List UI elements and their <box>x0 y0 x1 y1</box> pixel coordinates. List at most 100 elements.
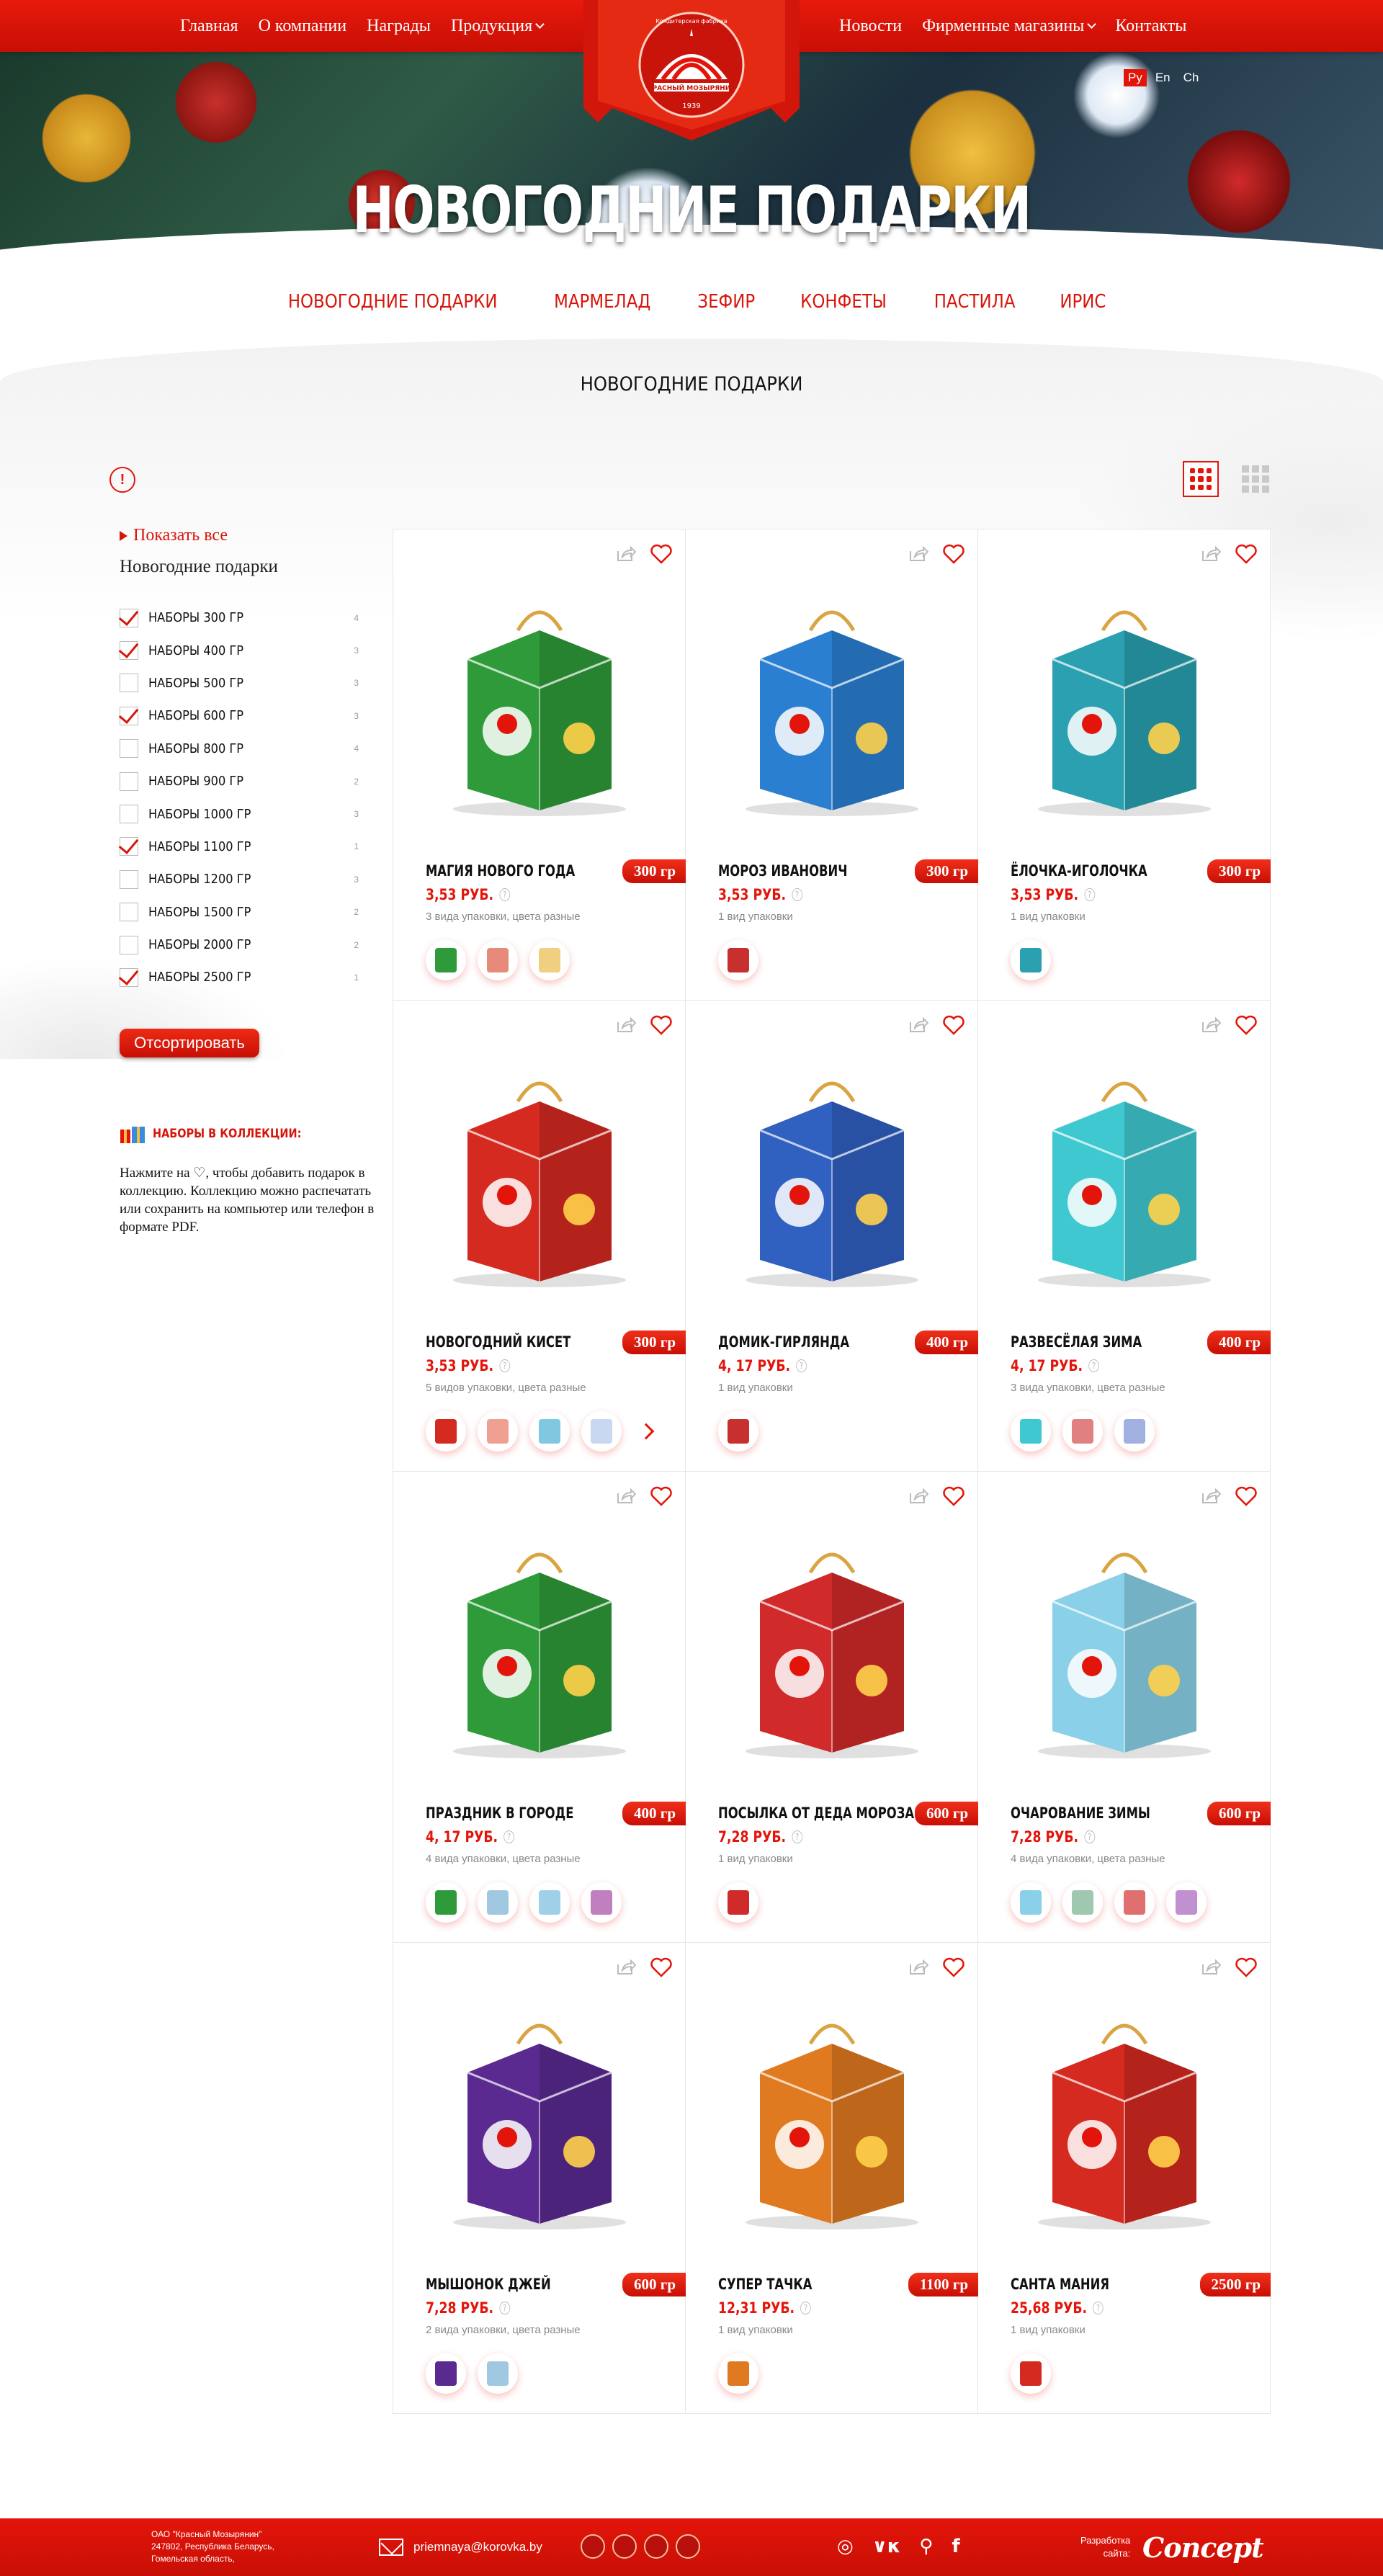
product-card[interactable]: РАЗВЕСЁЛАЯ ЗИМА 400 гр 4, 17 РУБ.? 3 вида у… <box>978 1001 1271 1472</box>
share-icon[interactable] <box>616 545 637 563</box>
product-card[interactable]: ОЧАРОВАНИЕ ЗИМЫ 600 гр 7,28 РУБ.? 4 вида уп… <box>978 1472 1271 1943</box>
filter-checkbox[interactable] <box>120 772 138 791</box>
share-icon[interactable] <box>616 1016 637 1034</box>
variant-thumbnail[interactable] <box>1166 1882 1207 1923</box>
filter-checkbox[interactable] <box>120 641 138 661</box>
share-icon[interactable] <box>616 1959 637 1976</box>
filter-row[interactable]: НАБОРЫ 2000 ГР 2 <box>120 929 379 961</box>
variant-thumbnail[interactable] <box>478 940 518 980</box>
heart-icon[interactable] <box>943 1015 964 1035</box>
filter-checkbox[interactable] <box>120 837 138 857</box>
question-icon[interactable]: ? <box>503 1830 515 1843</box>
heart-icon[interactable] <box>1235 1015 1257 1035</box>
share-icon[interactable] <box>616 1488 637 1505</box>
heart-icon[interactable] <box>1235 1957 1257 1977</box>
language-option[interactable]: Ру <box>1124 69 1147 86</box>
developer-logo[interactable]: Concept <box>1142 2531 1264 2564</box>
variant-thumbnail[interactable] <box>718 2353 758 2394</box>
product-image[interactable] <box>417 1993 662 2238</box>
nav-link[interactable]: Контакты <box>1115 17 1186 36</box>
product-card[interactable]: МАГИЯ НОВОГО ГОДА 300 гр 3,53 РУБ.? 3 вида … <box>393 529 686 1001</box>
filter-checkbox[interactable] <box>120 935 138 954</box>
filter-row[interactable]: НАБОРЫ 900 ГР 2 <box>120 765 379 797</box>
filter-row[interactable]: НАБОРЫ 1200 ГР 3 <box>120 863 379 895</box>
variant-thumbnail[interactable] <box>1011 2353 1051 2394</box>
category-link[interactable]: МАРМЕЛАД <box>554 291 650 313</box>
product-card[interactable]: СУПЕР ТАЧКА 1100 гр 12,31 РУБ.? 1 вид упако… <box>686 1943 978 2414</box>
company-logo[interactable]: КРАСНЫЙ МОЗЫРЯНИН 1939 Кондитерская фабр… <box>569 0 814 140</box>
nav-link[interactable]: Награды <box>367 17 431 36</box>
small-grid-view-icon[interactable] <box>1237 461 1274 497</box>
variant-thumbnail[interactable] <box>718 940 758 980</box>
question-icon[interactable]: ? <box>796 1359 807 1372</box>
product-card[interactable]: МЫШОНОК ДЖЕЙ 600 гр 7,28 РУБ.? 2 вида упако… <box>393 1943 686 2414</box>
question-icon[interactable]: ? <box>1084 888 1096 901</box>
filter-checkbox[interactable] <box>120 674 138 693</box>
variant-thumbnail[interactable] <box>1011 1882 1051 1923</box>
nav-link[interactable]: Фирменные магазины <box>922 17 1097 36</box>
variant-thumbnail[interactable] <box>478 1411 518 1452</box>
product-image[interactable] <box>417 1051 662 1296</box>
heart-icon[interactable] <box>943 1486 964 1506</box>
filter-row[interactable]: НАБОРЫ 1500 ГР 2 <box>120 896 379 929</box>
instagram-icon[interactable]: ◎ <box>837 2536 854 2557</box>
variant-thumbnail[interactable] <box>529 1882 570 1923</box>
variant-thumbnail[interactable] <box>1011 940 1051 980</box>
variant-thumbnail[interactable] <box>478 1882 518 1923</box>
product-image[interactable] <box>710 1522 954 1767</box>
category-link[interactable]: НОВОГОДНИЕ ПОДАРКИ <box>288 291 498 313</box>
variant-thumbnail[interactable] <box>426 2353 466 2394</box>
filter-checkbox[interactable] <box>120 805 138 824</box>
share-icon[interactable] <box>908 1959 929 1976</box>
question-icon[interactable]: ? <box>499 2302 511 2315</box>
footer-email[interactable]: priemnaya@korovka.by <box>379 2539 542 2556</box>
product-image[interactable] <box>710 1051 954 1296</box>
share-icon[interactable] <box>908 545 929 563</box>
variant-thumbnail[interactable] <box>1062 1411 1103 1452</box>
product-image[interactable] <box>1002 1522 1247 1767</box>
variant-thumbnail[interactable] <box>718 1411 758 1452</box>
info-icon[interactable]: ! <box>109 467 135 493</box>
variant-thumbnail[interactable] <box>1114 1411 1155 1452</box>
question-icon[interactable]: ? <box>499 1359 511 1372</box>
variant-thumbnail[interactable] <box>1062 1882 1103 1923</box>
category-link[interactable]: ЗЕФИР <box>697 291 755 313</box>
filter-checkbox[interactable] <box>120 706 138 725</box>
product-image[interactable] <box>1002 1051 1247 1296</box>
filter-row[interactable]: НАБОРЫ 300 ГР 4 <box>120 601 379 634</box>
heart-icon[interactable] <box>650 1015 672 1035</box>
product-image[interactable] <box>1002 580 1247 825</box>
variant-thumbnail[interactable] <box>718 1882 758 1923</box>
heart-icon[interactable] <box>650 544 672 564</box>
question-icon[interactable]: ? <box>1093 2302 1104 2315</box>
variant-thumbnail[interactable] <box>426 1882 466 1923</box>
share-icon[interactable] <box>908 1016 929 1034</box>
product-card[interactable]: МОРОЗ ИВАНОВИЧ 300 гр 3,53 РУБ.? 1 вид упак… <box>686 529 978 1001</box>
variant-thumbnail[interactable] <box>478 2353 518 2394</box>
filter-row[interactable]: НАБОРЫ 1100 ГР 1 <box>120 831 379 863</box>
large-grid-view-icon[interactable] <box>1183 461 1219 497</box>
filter-row[interactable]: НАБОРЫ 500 ГР 3 <box>120 667 379 699</box>
show-all-link[interactable]: Показать все <box>120 526 379 545</box>
heart-icon[interactable] <box>1235 1486 1257 1506</box>
sort-button[interactable]: Отсортировать <box>120 1028 259 1057</box>
variant-thumbnail[interactable] <box>1011 1411 1051 1452</box>
filter-checkbox[interactable] <box>120 967 138 987</box>
nav-link[interactable]: Главная <box>180 17 238 36</box>
category-link[interactable]: ПАСТИЛА <box>934 291 1016 313</box>
category-link[interactable]: КОНФЕТЫ <box>800 291 887 313</box>
share-icon[interactable] <box>908 1488 929 1505</box>
question-icon[interactable]: ? <box>499 888 511 901</box>
share-icon[interactable] <box>1201 1016 1222 1034</box>
heart-icon[interactable] <box>650 1486 672 1506</box>
product-card[interactable]: ПОСЫЛКА ОТ ДЕДА МОРОЗА 600 гр 7,28 РУБ.? 1 … <box>686 1472 978 1943</box>
product-image[interactable] <box>417 1522 662 1767</box>
question-icon[interactable]: ? <box>800 2302 811 2315</box>
product-card[interactable]: САНТА МАНИЯ 2500 гр 25,68 РУБ.? 1 вид упако… <box>978 1943 1271 2414</box>
share-icon[interactable] <box>1201 545 1222 563</box>
variant-thumbnail[interactable] <box>529 940 570 980</box>
heart-icon[interactable] <box>943 1957 964 1977</box>
category-link[interactable]: ИРИС <box>1060 291 1106 313</box>
filter-row[interactable]: НАБОРЫ 1000 ГР 3 <box>120 797 379 830</box>
odnoklassniki-icon[interactable]: ⚲ <box>919 2536 933 2557</box>
